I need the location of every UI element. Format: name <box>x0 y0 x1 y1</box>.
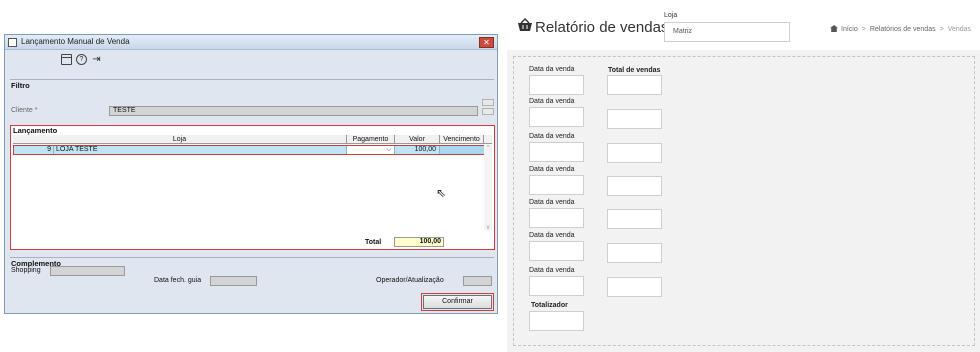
home-icon <box>830 25 838 32</box>
total-vendas-field[interactable] <box>607 109 662 129</box>
data-venda-field[interactable] <box>529 107 584 127</box>
totalizador-field[interactable] <box>529 311 584 331</box>
filtro-group: Filtro Cliente * TESTE <box>10 79 494 119</box>
data-venda-label: Data da venda <box>529 98 575 105</box>
cliente-search-button[interactable] <box>482 99 494 106</box>
data-venda-field[interactable] <box>529 208 584 228</box>
lancamento-dialog: Lançamento Manual de Venda ✕ ? ⇥ Filtro … <box>4 34 498 314</box>
total-vendas-field[interactable] <box>607 243 662 263</box>
row-pagamento-select[interactable]: ⌵ <box>347 146 395 154</box>
confirm-highlight: Confirmar <box>421 293 494 311</box>
total-vendas-label: Total de vendas <box>608 67 661 74</box>
scroll-down-icon[interactable]: v <box>484 225 492 231</box>
cliente-label: Cliente * <box>11 107 38 114</box>
table-row[interactable]: 9 LOJA TESTE ⌵ 100,00 <box>13 145 492 155</box>
complemento-group: Complemento Shopping Data fech. guia Ope… <box>10 257 494 289</box>
shopping-label: Shopping <box>11 267 41 274</box>
data-venda-label: Data da venda <box>529 66 575 73</box>
basket-icon <box>518 18 532 31</box>
col-pagamento[interactable]: Pagamento <box>347 135 395 144</box>
data-venda-label: Data da venda <box>529 133 575 140</box>
col-valor[interactable]: Valor <box>395 135 440 144</box>
data-venda-field[interactable] <box>529 241 584 261</box>
mouse-pointer-icon: ⇖ <box>436 186 447 200</box>
report-header: Relatório de vendas Loja Matriz Início > R… <box>507 6 980 46</box>
total-vendas-field[interactable] <box>607 277 662 297</box>
cliente-field[interactable]: TESTE <box>109 106 478 116</box>
breadcrumb-vendas: Vendas <box>947 26 972 33</box>
report-dropzone: Data da venda Total de vendas Data da ve… <box>513 56 975 346</box>
report-page: Relatório de vendas Loja Matriz Início > R… <box>507 6 980 352</box>
data-fech-label: Data fech. guia <box>154 277 202 284</box>
scroll-up-icon[interactable]: ^ <box>484 145 492 151</box>
operador-field[interactable] <box>463 276 492 286</box>
total-vendas-field[interactable] <box>607 209 662 229</box>
data-venda-label: Data da venda <box>529 199 575 206</box>
chevron-down-icon[interactable]: ⌵ <box>386 146 391 154</box>
total-vendas-field[interactable] <box>607 75 662 95</box>
loja-label: Loja <box>664 12 678 19</box>
col-vencimento[interactable]: Vencimento <box>440 135 484 144</box>
vertical-scrollbar[interactable]: ^ v <box>484 145 492 231</box>
operador-label: Operador/Atualização <box>376 277 444 284</box>
page-title: Relatório de vendas <box>535 19 669 36</box>
grid-header: Loja Pagamento Valor Vencimento <box>13 135 492 144</box>
col-loja[interactable]: Loja <box>13 135 347 144</box>
breadcrumb-relatorios[interactable]: Relatórios de vendas <box>870 26 936 33</box>
cliente-clear-button[interactable] <box>482 108 494 115</box>
report-panel: Data da venda Total de vendas Data da ve… <box>507 50 980 352</box>
data-venda-field[interactable] <box>529 175 584 195</box>
data-venda-field[interactable] <box>529 276 584 296</box>
filtro-label: Filtro <box>11 81 30 90</box>
lancamento-label: Lançamento <box>13 126 58 135</box>
row-valor[interactable]: 100,00 <box>395 146 440 154</box>
total-label: Total <box>365 239 382 246</box>
help-icon[interactable]: ? <box>76 54 87 65</box>
data-venda-field[interactable] <box>529 75 584 95</box>
exit-icon[interactable]: ⇥ <box>91 54 102 65</box>
calendar-icon[interactable] <box>61 54 72 65</box>
totalizador-label: Totalizador <box>531 302 568 309</box>
confirm-button[interactable]: Confirmar <box>423 295 492 309</box>
data-fech-field[interactable] <box>210 276 257 286</box>
row-loja[interactable]: LOJA TESTE <box>54 146 347 154</box>
total-value: 100,00 <box>394 237 444 247</box>
data-venda-label: Data da venda <box>529 232 575 239</box>
breadcrumb-inicio[interactable]: Início <box>841 26 858 33</box>
app-icon <box>8 38 17 47</box>
loja-input[interactable]: Matriz <box>664 22 790 42</box>
shopping-field[interactable] <box>50 266 125 276</box>
data-venda-field[interactable] <box>529 142 584 162</box>
row-vencimento[interactable] <box>440 146 485 154</box>
dialog-titlebar: Lançamento Manual de Venda ✕ <box>5 35 497 50</box>
total-vendas-field[interactable] <box>607 143 662 163</box>
dialog-title: Lançamento Manual de Venda <box>21 37 130 46</box>
data-venda-label: Data da venda <box>529 166 575 173</box>
lancamento-group: Lançamento Loja Pagamento Valor Vencimen… <box>10 125 495 250</box>
grid-body <box>13 156 483 230</box>
close-icon[interactable]: ✕ <box>479 37 494 48</box>
data-venda-label: Data da venda <box>529 267 575 274</box>
breadcrumb: Início > Relatórios de vendas > Vendas <box>830 25 971 33</box>
total-vendas-field[interactable] <box>607 176 662 196</box>
row-codigo: 9 <box>14 146 54 154</box>
